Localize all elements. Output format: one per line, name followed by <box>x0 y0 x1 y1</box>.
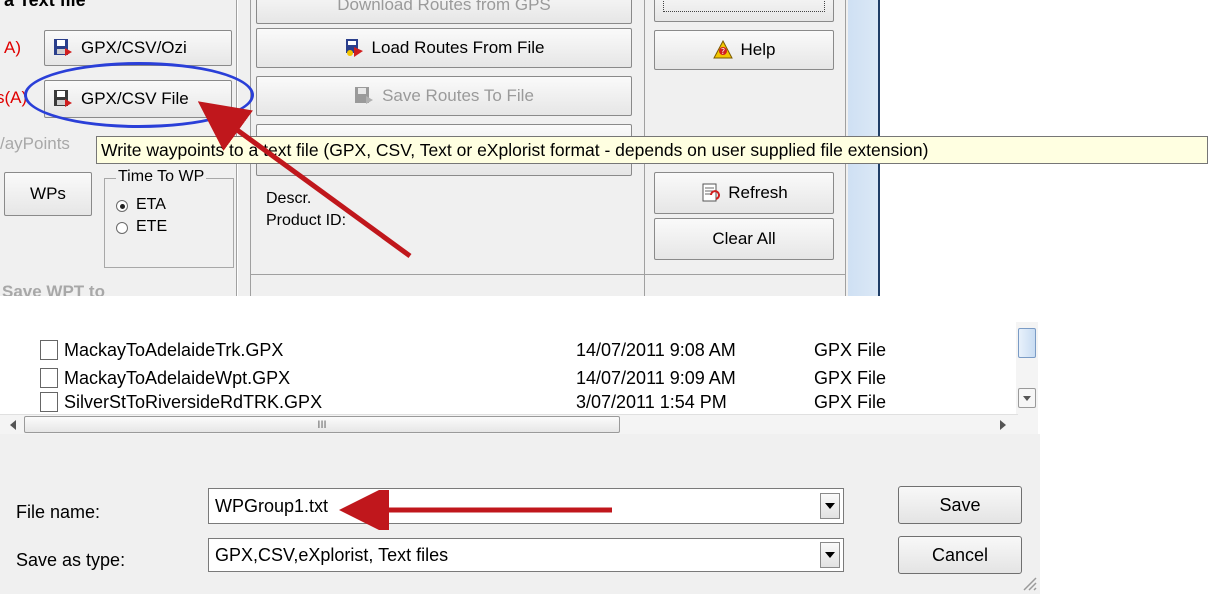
save-as-type-label: Save as type: <box>16 550 126 570</box>
file-type: GPX File <box>814 367 887 388</box>
vertical-scrollbar[interactable] <box>1016 322 1038 434</box>
file-date: 3/07/2011 1:54 PM <box>576 392 727 412</box>
file-row[interactable]: MackayToAdelaideWpt.GPX 14/07/2011 9:09 … <box>40 364 1000 392</box>
file-icon <box>40 392 58 412</box>
file-date: 14/07/2011 9:09 AM <box>576 367 736 388</box>
file-type: GPX File <box>814 339 887 360</box>
scroll-down-button[interactable] <box>1018 388 1036 408</box>
file-row[interactable]: SilverStToRiversideRdTRK.GPX 3/07/2011 1… <box>40 392 1000 414</box>
save-as-type-select[interactable]: GPX,CSV,eXplorist, Text files <box>208 538 844 572</box>
file-icon <box>40 368 58 388</box>
chevron-down-icon <box>825 503 835 509</box>
cancel-button[interactable]: Cancel <box>898 536 1022 574</box>
scroll-left-arrow[interactable] <box>10 420 16 430</box>
file-icon <box>40 340 58 360</box>
file-name-dropdown[interactable] <box>820 493 840 519</box>
save-dialog: MackayToAdelaideTrk.GPX 14/07/2011 9:08 … <box>0 322 1040 594</box>
scroll-right-arrow[interactable] <box>1000 420 1006 430</box>
save-as-type-dropdown[interactable] <box>820 542 840 568</box>
hscroll-thumb[interactable]: III <box>24 416 620 433</box>
file-list: MackayToAdelaideTrk.GPX 14/07/2011 9:08 … <box>0 322 1040 434</box>
save-button-label: Save <box>939 494 981 515</box>
scroll-grip: III <box>317 418 327 431</box>
file-type: GPX File <box>814 392 887 412</box>
annotation-arrow-top <box>197 101 412 259</box>
annotation-arrow-bottom <box>339 490 612 530</box>
save-as-type-value: GPX,CSV,eXplorist, Text files <box>215 544 449 565</box>
scroll-thumb[interactable] <box>1018 328 1036 358</box>
chevron-down-icon <box>825 552 835 558</box>
file-name: MackayToAdelaideWpt.GPX <box>64 367 291 388</box>
cancel-button-label: Cancel <box>931 544 989 565</box>
resize-grip-icon[interactable] <box>1020 574 1038 592</box>
save-button[interactable]: Save <box>898 486 1022 524</box>
horizontal-scrollbar[interactable]: III <box>0 414 1018 434</box>
file-date: 14/07/2011 9:08 AM <box>576 339 736 360</box>
file-row[interactable]: MackayToAdelaideTrk.GPX 14/07/2011 9:08 … <box>40 336 1000 364</box>
file-name: MackayToAdelaideTrk.GPX <box>64 339 284 360</box>
file-name: SilverStToRiversideRdTRK.GPX <box>64 392 323 412</box>
